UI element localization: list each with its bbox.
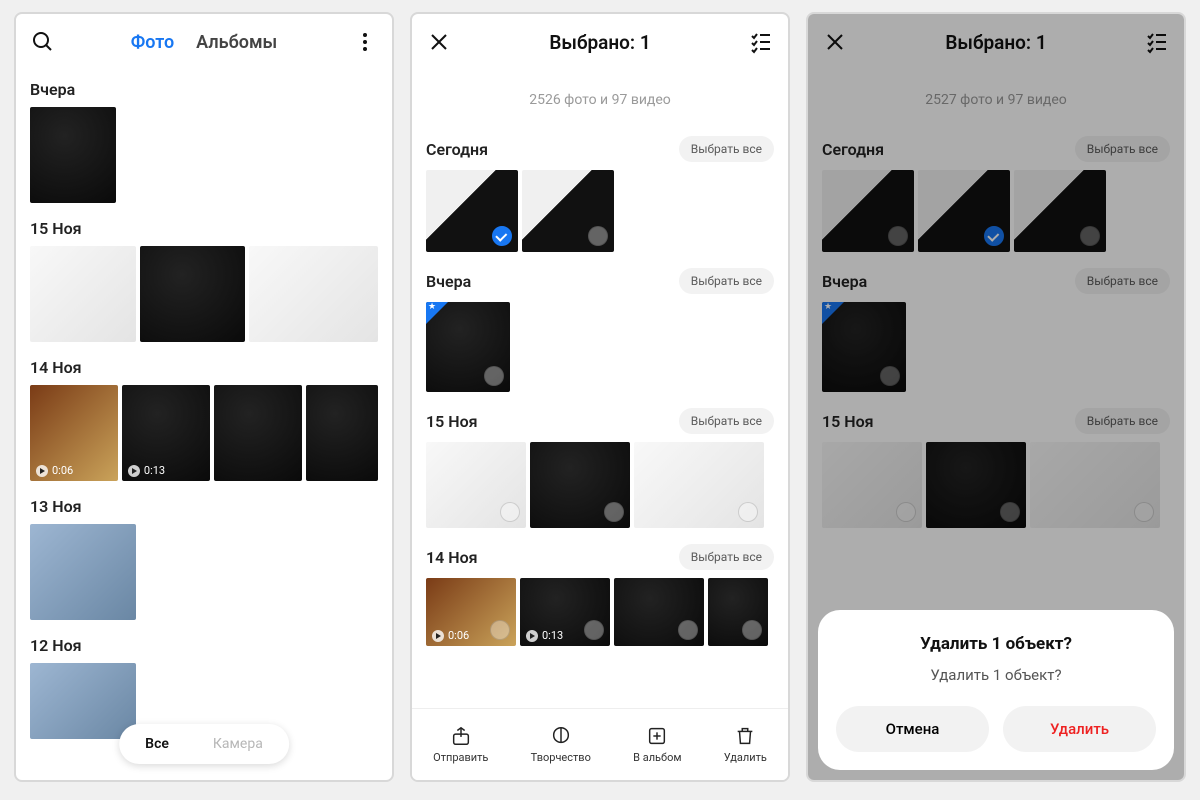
photo-thumb[interactable] bbox=[249, 246, 378, 342]
selection-check[interactable] bbox=[742, 620, 762, 640]
action-send[interactable]: Отправить bbox=[433, 725, 488, 764]
dialog-title: Удалить 1 объект? bbox=[920, 634, 1072, 654]
photo-thumb[interactable] bbox=[214, 385, 302, 481]
dialog-message: Удалить 1 объект? bbox=[930, 666, 1061, 684]
video-thumb[interactable]: 0:06 bbox=[30, 385, 118, 481]
photo-thumb[interactable] bbox=[30, 524, 136, 620]
topbar: Выбрано: 1 bbox=[412, 14, 788, 70]
action-to-album[interactable]: В альбом bbox=[633, 725, 681, 764]
section-nov12: 12 Ноя bbox=[30, 636, 82, 655]
photo-thumb[interactable] bbox=[30, 107, 116, 203]
photo-scroll[interactable]: Вчера 15 Ноя 14 Ноя 0:06 0:13 13 Ноя 12 … bbox=[16, 70, 392, 780]
select-scroll[interactable]: 2526 фото и 97 видео Сегодня Выбрать все… bbox=[412, 70, 788, 708]
gallery-photos-screen: Фото Альбомы Вчера 15 Ноя 14 Ноя 0:06 0:… bbox=[14, 12, 394, 782]
gallery-select-screen: Выбрано: 1 2526 фото и 97 видео Сегодня … bbox=[410, 12, 790, 782]
photo-thumb[interactable] bbox=[634, 442, 764, 528]
section-nov15: 15 Ноя bbox=[426, 412, 478, 431]
photo-thumb[interactable] bbox=[614, 578, 704, 646]
select-all-nov15[interactable]: Выбрать все bbox=[679, 408, 774, 434]
top-tabs: Фото Альбомы bbox=[131, 32, 278, 53]
topbar: Фото Альбомы bbox=[16, 14, 392, 70]
video-thumb[interactable]: 0:13 bbox=[122, 385, 210, 481]
photo-thumb[interactable] bbox=[426, 442, 526, 528]
selection-check[interactable] bbox=[588, 226, 608, 246]
dialog-cancel-button[interactable]: Отмена bbox=[836, 706, 989, 752]
selection-check[interactable] bbox=[584, 620, 604, 640]
select-all-today[interactable]: Выбрать все bbox=[679, 136, 774, 162]
tab-albums[interactable]: Альбомы bbox=[196, 32, 277, 53]
filter-pill: Все Камера bbox=[119, 724, 289, 764]
favorite-badge bbox=[426, 302, 448, 324]
select-all-nov14[interactable]: Выбрать все bbox=[679, 544, 774, 570]
video-thumb[interactable]: 0:06 bbox=[426, 578, 516, 646]
section-nov13: 13 Ноя bbox=[30, 497, 82, 516]
photo-thumb[interactable] bbox=[30, 663, 136, 739]
selection-check[interactable] bbox=[738, 502, 758, 522]
photo-thumb[interactable] bbox=[522, 170, 614, 252]
photo-thumb[interactable] bbox=[426, 170, 518, 252]
close-icon[interactable] bbox=[426, 29, 452, 55]
selection-check-on[interactable] bbox=[492, 226, 512, 246]
delete-dialog: Удалить 1 объект? Удалить 1 объект? Отме… bbox=[818, 610, 1174, 770]
photo-thumb[interactable] bbox=[530, 442, 630, 528]
section-today: Сегодня bbox=[426, 140, 488, 159]
action-bar: Отправить Творчество В альбом Удалить bbox=[412, 708, 788, 780]
action-delete[interactable]: Удалить bbox=[724, 725, 767, 764]
selection-check[interactable] bbox=[484, 366, 504, 386]
section-nov14: 14 Ноя bbox=[426, 548, 478, 567]
selection-check[interactable] bbox=[604, 502, 624, 522]
section-nov15: 15 Ноя bbox=[30, 219, 82, 238]
dialog-confirm-button[interactable]: Удалить bbox=[1003, 706, 1156, 752]
photo-thumb[interactable] bbox=[30, 246, 136, 342]
search-icon[interactable] bbox=[30, 29, 56, 55]
media-summary: 2526 фото и 97 видео bbox=[412, 70, 788, 126]
action-create[interactable]: Творчество bbox=[531, 725, 591, 764]
select-all-yesterday[interactable]: Выбрать все bbox=[679, 268, 774, 294]
photo-thumb[interactable] bbox=[708, 578, 768, 646]
select-mode-icon[interactable] bbox=[748, 29, 774, 55]
photo-thumb[interactable] bbox=[140, 246, 246, 342]
more-icon[interactable] bbox=[352, 29, 378, 55]
selection-check[interactable] bbox=[678, 620, 698, 640]
selection-title: Выбрано: 1 bbox=[412, 31, 788, 54]
selection-check[interactable] bbox=[490, 620, 510, 640]
section-nov14: 14 Ноя bbox=[30, 358, 82, 377]
section-yesterday: Вчера bbox=[30, 80, 75, 99]
video-thumb[interactable]: 0:13 bbox=[520, 578, 610, 646]
filter-all[interactable]: Все bbox=[123, 728, 191, 760]
photo-thumb[interactable] bbox=[426, 302, 510, 392]
gallery-delete-confirm-screen: Выбрано: 1 2527 фото и 97 видео Сегодня … bbox=[806, 12, 1186, 782]
filter-camera[interactable]: Камера bbox=[191, 728, 285, 760]
section-yesterday: Вчера bbox=[426, 272, 471, 291]
tab-photos[interactable]: Фото bbox=[131, 32, 174, 53]
photo-thumb[interactable] bbox=[306, 385, 378, 481]
selection-check[interactable] bbox=[500, 502, 520, 522]
